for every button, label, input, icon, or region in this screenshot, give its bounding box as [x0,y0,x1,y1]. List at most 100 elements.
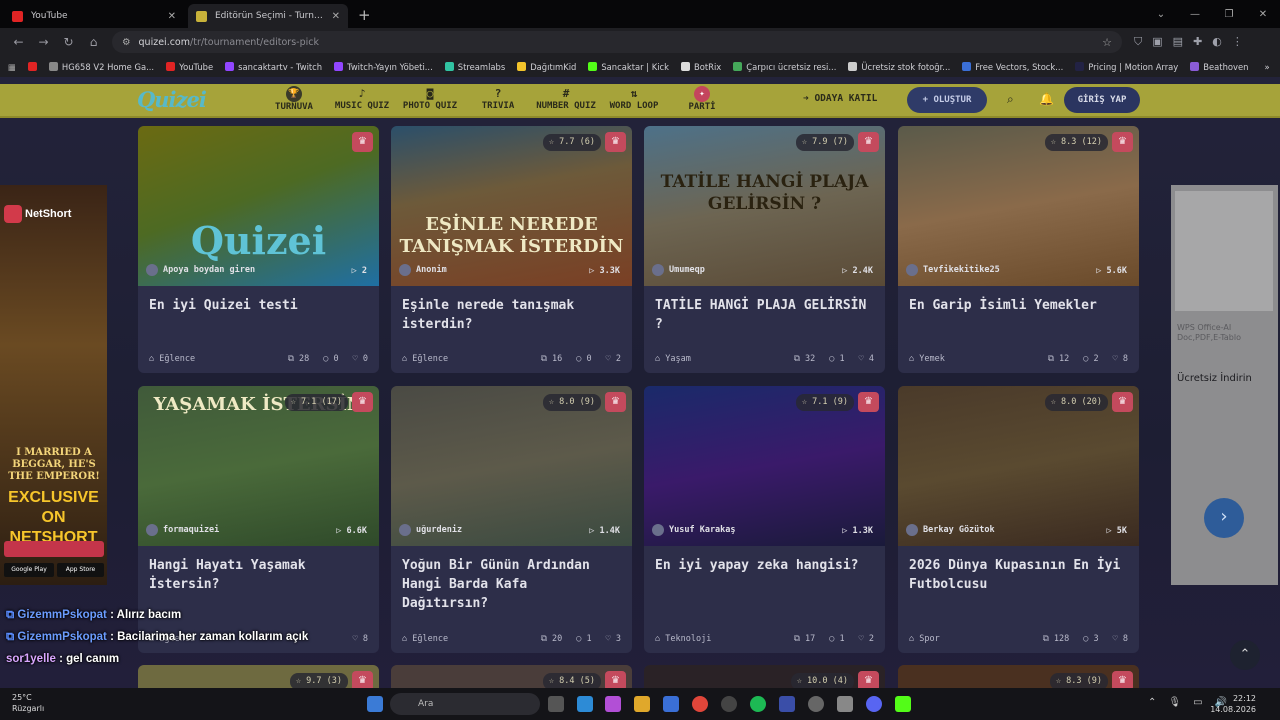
bookmarks-overflow-button[interactable]: » [1264,62,1269,72]
quiz-thumbnail[interactable]: Quizei ♛ Apoya boydan giren ▷ 2 [138,126,379,286]
bookmark-item[interactable]: DağıtımKid [517,62,576,72]
bookmark-item[interactable]: BotRix [680,62,721,72]
tab-youtube[interactable]: YouTube ✕ [4,4,184,28]
create-button[interactable]: + OLUŞTUR [907,87,987,113]
bell-icon[interactable]: 🔔 [1039,92,1054,106]
menu-icon[interactable]: ⋮ [1232,35,1243,49]
maximize-button[interactable]: ❐ [1212,9,1246,20]
quiz-thumbnail[interactable]: YAŞAMAK İSTERSİN ☆ 7.1 (17) ♛ formaquizei ▷ … [138,386,379,546]
search-icon[interactable]: ⌕ [1007,92,1014,107]
quiz-card[interactable]: Quizei ♛ Apoya boydan giren ▷ 2 En iyi Quize… [138,126,379,373]
new-tab-button[interactable]: + [348,4,381,28]
taskbar-search[interactable]: Ara [390,693,540,715]
nav-item-trivia[interactable]: ? TRIVIA [466,86,530,112]
edge-icon[interactable] [577,696,593,712]
quiz-title[interactable]: En iyi Quizei testi [138,286,379,346]
bookmark-item[interactable]: Ücretsiz stok fotoğr... [848,62,950,72]
bookmark-item[interactable] [27,62,37,71]
category[interactable]: ⌂ Spor [909,634,1029,644]
apps-grid-icon[interactable]: ▦ [8,62,16,72]
extension-icon[interactable]: ▣ [1152,35,1162,49]
tab-quizei[interactable]: Editörün Seçimi - Turnuva - Quizei ✕ [188,4,348,28]
bookmark-item[interactable]: Free Vectors, Stock... [962,62,1063,72]
discord-icon[interactable] [866,696,882,712]
quiz-title[interactable]: Hangi Hayatı Yaşamak İstersin? [138,546,379,606]
puzzle-icon[interactable]: ✚ [1193,35,1202,49]
clock[interactable]: 22:12 14.08.2026 [1210,693,1256,715]
crown-icon[interactable]: ♛ [1112,392,1133,412]
quiz-card[interactable]: ☆ 8.0 (9) ♛ uğurdeniz ▷ 1.4K Yoğun Bir Günün… [391,386,632,653]
profile-icon[interactable]: ◐ [1212,35,1222,49]
quiz-thumbnail[interactable]: ☆ 8.3 (12) ♛ Tevfikekitike25 ▷ 5.6K [898,126,1139,286]
like-count[interactable]: ♡ 0 [353,354,368,364]
home-icon[interactable]: ⌂ [81,35,106,49]
quiz-thumbnail[interactable]: ☆ 8.4 (5) ♛ [391,665,632,688]
bookmark-item[interactable]: Çarpıcı ücretsiz resi... [733,62,836,72]
bookmark-item[interactable]: Pricing | Motion Array [1075,62,1178,72]
forward-icon[interactable]: → [31,35,56,49]
windows-start-icon[interactable] [367,696,383,712]
category[interactable]: ⌂ Eğlence [402,634,527,644]
quiz-card[interactable]: ☆ 7.1 (9) ♛ Yusuf Karakaş ▷ 1.3K En iyi yapa… [644,386,885,653]
close-window-button[interactable]: ✕ [1246,9,1280,20]
settings-gear-icon[interactable] [808,696,824,712]
category[interactable]: ⌂ Eğlence [149,354,274,364]
quiz-title[interactable]: Eşinle nerede tanışmak isterdin? [391,286,632,346]
quiz-card[interactable]: TATİLE HANGİ PLAJA GELİRSİN ? ☆ 7.9 (7) ♛ U… [644,126,885,373]
like-count[interactable]: ♡ 8 [1113,354,1128,364]
crown-icon[interactable]: ♛ [352,132,373,152]
scroll-top-button[interactable]: ⌃ [1230,640,1260,670]
quiz-title[interactable]: En Garip İsimli Yemekler [898,286,1139,346]
quiz-card[interactable]: ☆ 8.3 (12) ♛ Tevfikekitike25 ▷ 5.6K En Garip… [898,126,1139,373]
quiz-card[interactable]: EŞİNLE NEREDE TANIŞMAK İSTERDİN ☆ 7.7 (6)… [391,126,632,373]
url-field[interactable]: ⚙ quizei.com/tr/tournament/editors-pick … [112,31,1122,53]
bookmark-item[interactable]: Streamlabs [444,62,505,72]
quiz-card[interactable]: ☆ 8.4 (5) ♛ [391,665,632,688]
microphone-icon[interactable]: 🎙 [1168,697,1181,708]
login-button[interactable]: GİRİŞ YAP [1064,87,1140,113]
author[interactable]: Berkay Gözütok [906,524,995,536]
extension-icon[interactable]: ▤ [1173,35,1183,49]
nav-item-word-loop[interactable]: ⇅ WORD LOOP [602,86,666,112]
spotify-icon[interactable] [750,696,766,712]
ad-next-arrow-icon[interactable]: › [1204,498,1244,538]
crown-icon[interactable]: ♛ [858,671,879,688]
quiz-thumbnail[interactable]: ☆ 8.0 (9) ♛ uğurdeniz ▷ 1.4K [391,386,632,546]
crown-icon[interactable]: ♛ [1112,671,1133,688]
crown-icon[interactable]: ♛ [858,392,879,412]
join-room-button[interactable]: ➜ ODAYA KATIL [803,93,877,104]
outlook-icon[interactable] [663,696,679,712]
category[interactable]: ⌂ Yaşam [655,354,780,364]
crown-icon[interactable]: ♛ [605,392,626,412]
quiz-thumbnail[interactable]: ☆ 8.0 (20) ♛ Berkay Gözütok ▷ 5K [898,386,1139,546]
crown-icon[interactable]: ♛ [352,671,373,688]
nav-item-turnuva[interactable]: 🏆 TURNUVA [262,86,326,112]
bookmark-star-icon[interactable]: ☆ [1102,36,1112,49]
crown-icon[interactable]: ♛ [605,132,626,152]
copilot-icon[interactable] [605,696,621,712]
quiz-title[interactable]: Yoğun Bir Günün Ardından Hangi Barda Kaf… [391,546,632,611]
bookmark-item[interactable]: sancaktartv - Twitch [225,62,322,72]
like-count[interactable]: ♡ 4 [859,354,874,364]
author[interactable]: uğurdeniz [399,524,462,536]
author[interactable]: Yusuf Karakaş [652,524,736,536]
like-count[interactable]: ♡ 2 [859,634,874,644]
weather-widget[interactable]: 25°C Rüzgarlı [12,692,44,714]
minimize-button[interactable]: — [1178,9,1212,20]
quiz-thumbnail[interactable]: ☆ 8.3 (9) ♛ [898,665,1139,688]
reload-icon[interactable]: ↻ [56,35,81,49]
app-icon[interactable] [837,696,853,712]
quiz-thumbnail[interactable]: ☆ 7.1 (9) ♛ Yusuf Karakaş ▷ 1.3K [644,386,885,546]
category[interactable]: ⌂ Eğlence [402,354,527,364]
bookmark-item[interactable]: Sancaktar | Kick [588,62,669,72]
nav-item-parti̇[interactable]: ✦ PARTİ [670,86,734,112]
like-count[interactable]: ♡ 3 [606,634,621,644]
bookmark-item[interactable]: YouTube [166,62,213,72]
nav-item-number-quiz[interactable]: # NUMBER QUIZ [534,86,598,112]
app-icon[interactable] [779,696,795,712]
crown-icon[interactable]: ♛ [858,132,879,152]
network-icon[interactable]: ▭ [1193,697,1202,708]
bookmark-item[interactable]: Beathoven [1190,62,1248,72]
quiz-thumbnail[interactable]: TATİLE HANGİ PLAJA GELİRSİN ? ☆ 7.9 (7) ♛ U… [644,126,885,286]
bookmark-item[interactable]: HG658 V2 Home Ga... [48,62,154,72]
